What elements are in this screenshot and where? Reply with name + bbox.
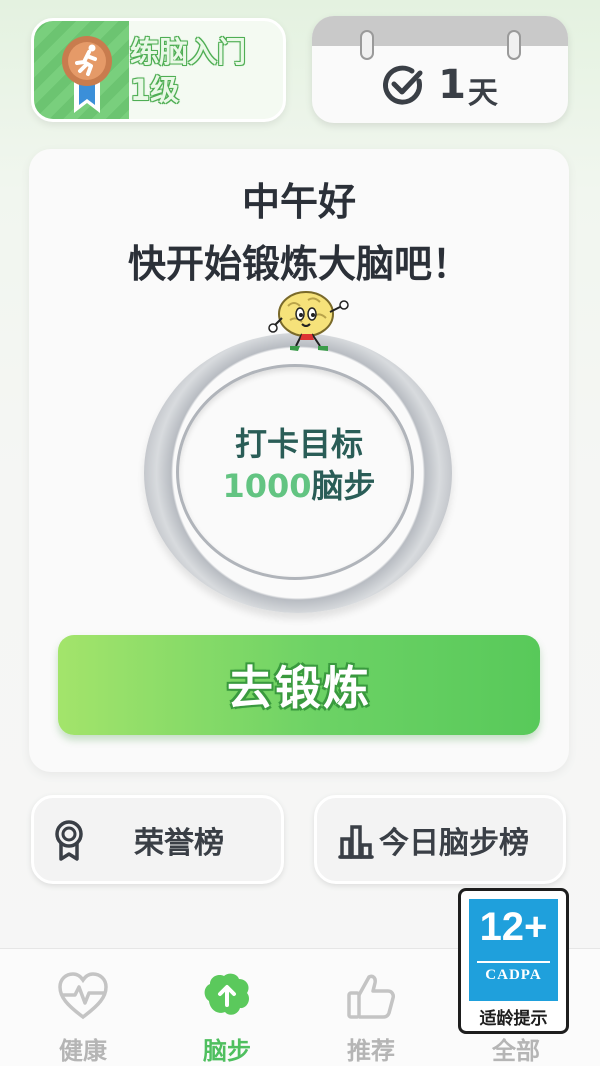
level-value: 1级 — [130, 73, 180, 107]
goal-value: 1000 — [222, 467, 312, 505]
goal-progress-ring: 打卡目标 1000脑步 — [141, 331, 457, 617]
tab-health[interactable]: 健康 — [23, 949, 143, 1066]
daily-ranking-label: 今日脑步榜 — [379, 825, 529, 861]
age-rating-divider — [477, 961, 550, 963]
start-training-button[interactable]: 去锻炼 — [58, 635, 540, 735]
age-rating-panel: 12+ CADPA — [469, 899, 558, 1001]
award-ribbon-icon — [55, 819, 83, 861]
brain-icon — [204, 973, 250, 1015]
age-rating-org: CADPA — [485, 967, 542, 983]
age-rating-value: 12+ — [479, 905, 548, 949]
start-training-label: 去锻炼 — [227, 661, 371, 715]
heart-pulse-icon — [58, 972, 108, 1020]
checkin-day-unit: 天 — [467, 75, 498, 111]
tab-brain-steps[interactable]: 脑步 — [167, 949, 287, 1066]
goal-label: 打卡目标 — [234, 425, 363, 463]
level-title: 练脑入门 — [130, 35, 247, 69]
calendar-header — [312, 16, 568, 46]
check-circle-icon — [383, 65, 423, 105]
goal-value-line: 1000脑步 — [141, 461, 457, 507]
tab-brain-steps-label: 脑步 — [203, 1037, 251, 1065]
checkin-day-count: 1 — [438, 61, 466, 108]
greeting-subtitle: 快开始锻炼大脑吧！ — [127, 242, 470, 286]
checkin-days: 1 天 — [312, 46, 568, 123]
goal-unit: 脑步 — [311, 467, 376, 505]
level-card[interactable]: 练脑入门 1级 — [31, 18, 286, 122]
age-rating-tip: 适龄提示 — [479, 1009, 548, 1029]
tab-recommend-label: 推荐 — [347, 1037, 395, 1065]
daily-ranking-button[interactable]: 今日脑步榜 — [314, 795, 566, 884]
greeting: 中午好 — [241, 180, 356, 224]
tab-all-label: 全部 — [492, 1037, 540, 1065]
tab-health-label: 健康 — [59, 1037, 107, 1065]
level-text: 练脑入门 1级 — [130, 33, 246, 109]
medal-icon — [62, 36, 112, 113]
thumbs-up-icon — [347, 974, 395, 1019]
age-rating-badge: 12+ CADPA 适龄提示 — [458, 888, 569, 1034]
honor-list-button[interactable]: 荣誉榜 — [31, 795, 284, 884]
tab-recommend[interactable]: 推荐 — [311, 949, 431, 1066]
bar-chart-icon — [338, 824, 374, 859]
brain-mascot-icon — [268, 291, 349, 351]
checkin-calendar-card[interactable]: 1 天 — [312, 16, 568, 123]
brain-training-card: 中午好 快开始锻炼大脑吧！ 打卡目标 1000脑步 去锻炼 — [29, 149, 569, 772]
honor-list-label: 荣誉榜 — [134, 825, 224, 861]
